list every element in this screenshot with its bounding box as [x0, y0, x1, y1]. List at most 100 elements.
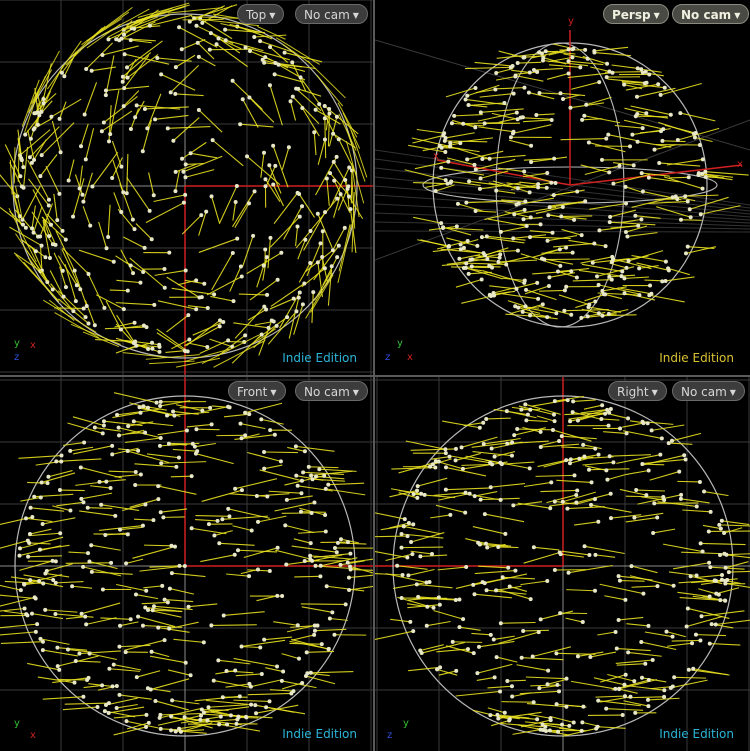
hair-root-point	[476, 540, 481, 545]
viewport-right[interactable]: Right ▼ No cam ▼ y z Indie Edition	[375, 377, 750, 751]
hair-root-point	[46, 197, 51, 202]
hair-root-point	[20, 222, 25, 227]
hair-root-point	[239, 274, 244, 279]
hair-root-point	[223, 27, 228, 32]
hair-root-point	[560, 722, 565, 727]
hair-root-point	[21, 185, 26, 190]
hair-strand	[525, 676, 567, 680]
hair-root-point	[522, 278, 527, 283]
hair-strand	[517, 428, 554, 431]
camera-menu-right[interactable]: No cam ▼	[672, 381, 745, 401]
hair-root-point	[409, 540, 414, 545]
hair-strand	[171, 572, 206, 578]
hair-root-point	[551, 412, 556, 417]
viewport-persp[interactable]: Persp ▼ No cam ▼ y x x y z x Indie Edition	[375, 0, 750, 375]
hair-root-point	[252, 35, 257, 40]
hair-root-point	[457, 256, 462, 261]
hair-root-point	[454, 224, 459, 229]
hair-strand	[105, 697, 138, 706]
hair-root-point	[117, 433, 122, 438]
hair-root-point	[236, 548, 241, 553]
hair-root-point	[45, 481, 50, 486]
hair-strand	[493, 635, 515, 641]
hair-strand	[544, 258, 590, 261]
hair-root-point	[628, 144, 633, 149]
hair-root-point	[670, 195, 675, 200]
hair-root-point	[694, 504, 699, 509]
hair-root-point	[659, 436, 664, 441]
view-menu-front[interactable]: Front ▼	[228, 381, 286, 401]
hair-root-point	[611, 181, 616, 186]
hair-root-point	[295, 190, 300, 195]
hair-strand	[607, 473, 626, 481]
viewport-front[interactable]: Front ▼ No cam ▼ y x Indie Edition	[0, 377, 373, 751]
camera-menu-front[interactable]: No cam ▼	[295, 381, 368, 401]
hair-root-point	[722, 531, 727, 536]
hair-strand	[663, 176, 703, 190]
hair-root-point	[603, 244, 608, 249]
hair-strand	[68, 159, 75, 181]
hair-root-point	[125, 65, 130, 70]
hair-root-point	[157, 349, 162, 354]
view-menu-right[interactable]: Right ▼	[608, 381, 667, 401]
hair-root-point	[644, 493, 649, 498]
hair-root-point	[514, 110, 519, 115]
viewport-right-canvas[interactable]	[375, 377, 750, 751]
hair-root-point	[700, 549, 705, 554]
view-menu-top[interactable]: Top ▼	[237, 4, 285, 24]
hair-root-point	[101, 120, 106, 125]
hair-strand	[206, 276, 243, 296]
rim-strand	[13, 147, 16, 184]
hair-strand	[631, 565, 658, 574]
grid	[0, 377, 373, 751]
hair-root-point	[497, 255, 502, 260]
hair-strand	[597, 726, 626, 729]
hair-root-point	[570, 250, 575, 255]
hair-root-point	[453, 458, 458, 463]
hair-root-point	[132, 26, 137, 31]
hair-root-point	[552, 568, 557, 573]
hair-root-point	[30, 226, 35, 231]
hair-root-point	[82, 440, 87, 445]
hair-root-point	[249, 528, 254, 533]
hair-root-point	[238, 122, 243, 127]
viewport-front-canvas[interactable]	[0, 377, 373, 751]
viewport-persp-canvas[interactable]	[375, 0, 750, 375]
hair-root-point	[626, 258, 631, 263]
hair-root-point	[59, 459, 64, 464]
camera-menu-front-label: No cam	[304, 385, 350, 399]
edition-label-top: Indie Edition	[282, 351, 357, 365]
hair-strand	[597, 631, 616, 636]
hair-root-point	[202, 281, 207, 286]
camera-menu-persp[interactable]: No cam ▼	[672, 4, 750, 24]
hair-root-point	[216, 36, 221, 41]
hair-root-point	[709, 622, 714, 627]
hair-root-point	[336, 243, 341, 248]
camera-menu-top[interactable]: No cam ▼	[295, 4, 368, 24]
hair-strand	[536, 113, 555, 116]
hair-root-point	[234, 183, 239, 188]
hair-root-point	[510, 694, 515, 699]
hair-root-point	[580, 117, 585, 122]
hair-strand	[201, 489, 243, 502]
view-menu-persp[interactable]: Persp ▼	[603, 4, 669, 24]
hair-strand	[265, 667, 284, 673]
hair-root-point	[585, 56, 590, 61]
viewport-top[interactable]: Top ▼ No cam ▼ y x z Indie Edition	[0, 0, 373, 375]
hair-root-point	[296, 295, 301, 300]
viewport-top-canvas[interactable]	[0, 0, 373, 375]
hair-root-point	[566, 570, 571, 575]
hair-root-point	[578, 65, 583, 70]
hair-root-point	[431, 605, 436, 610]
hair-strand	[667, 642, 693, 647]
hair-root-point	[322, 266, 327, 271]
hair-root-point	[724, 552, 729, 557]
hair-root-point	[411, 629, 416, 634]
hair-root-point	[494, 71, 499, 76]
hair-strand	[118, 427, 160, 438]
hair-strand	[662, 140, 686, 143]
hair-strand	[532, 646, 572, 658]
caret-down-icon: ▼	[352, 11, 359, 20]
hair-root-point	[23, 516, 28, 521]
hair-root-point	[575, 488, 580, 493]
